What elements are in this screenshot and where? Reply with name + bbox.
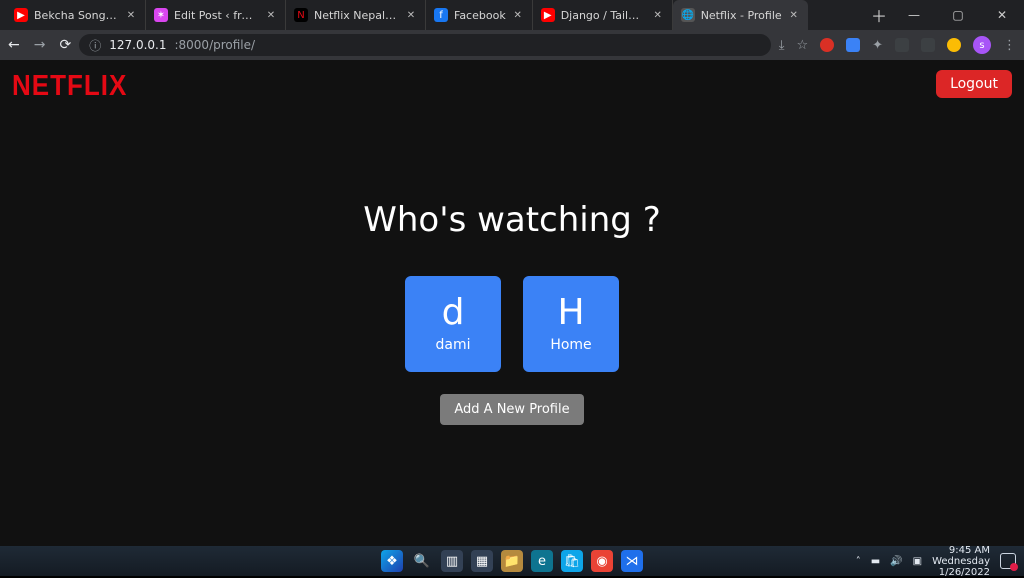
profile-list: d dami H Home — [405, 276, 619, 372]
address-path: :8000/profile/ — [174, 38, 255, 52]
profile-initial: d — [442, 295, 465, 331]
taskbar-search-icon[interactable]: 🔍 — [411, 550, 433, 572]
window-close-button[interactable]: ✕ — [980, 0, 1024, 30]
file-explorer-icon[interactable]: 📁 — [501, 550, 523, 572]
chrome-icon[interactable]: ◉ — [591, 550, 613, 572]
vscode-icon[interactable]: ⋊ — [621, 550, 643, 572]
tab-close-icon[interactable]: ✕ — [405, 9, 417, 21]
nav-buttons: ← → ⟳ — [8, 37, 71, 53]
notifications-icon[interactable] — [1000, 553, 1016, 569]
logout-button[interactable]: Logout — [936, 70, 1012, 98]
profile-name: dami — [436, 337, 471, 353]
add-profile-button[interactable]: Add A New Profile — [440, 394, 583, 425]
tab-favicon: ▶ — [14, 8, 28, 22]
page-header: NETFLIX Logout — [0, 60, 1024, 101]
widgets-icon[interactable]: ▦ — [471, 550, 493, 572]
tab-close-icon[interactable]: ✕ — [652, 9, 664, 21]
bookmark-star-icon[interactable]: ☆ — [796, 38, 808, 53]
tab-favicon: 🌐 — [681, 8, 695, 22]
tab-title: Django / Tailwind Tut — [561, 9, 646, 22]
browser-tab[interactable]: 🌐 Netflix - Profile ✕ — [673, 0, 808, 30]
volume-icon[interactable]: 🔊 — [890, 556, 902, 567]
clock-time: 9:45 AM — [932, 545, 990, 556]
browser-toolbar: ← → ⟳ ⓘ 127.0.0.1 :8000/profile/ ⤓ ☆ ✦ s … — [0, 30, 1024, 60]
page-viewport: NETFLIX Logout Who's watching ? d dami H Ho… — [0, 60, 1024, 546]
browser-tab[interactable]: ✶ Edit Post ‹ free project ✕ — [146, 0, 286, 30]
tab-title: Netflix Nepal - Watch — [314, 9, 399, 22]
clock-day: Wednesday — [932, 556, 990, 567]
store-icon[interactable]: 🛍 — [561, 550, 583, 572]
tab-title: Edit Post ‹ free project — [174, 9, 259, 22]
browser-tab[interactable]: f Facebook ✕ — [426, 0, 533, 30]
browser-tab[interactable]: ▶ Django / Tailwind Tut ✕ — [533, 0, 673, 30]
new-tab-button[interactable]: ＋ — [866, 0, 892, 30]
taskbar-clock[interactable]: 9:45 AM Wednesday 1/26/2022 — [932, 545, 990, 578]
tab-title: Netflix - Profile — [701, 9, 782, 22]
start-button[interactable]: ❖ — [381, 550, 403, 572]
profile-card[interactable]: H Home — [523, 276, 619, 372]
browser-tab[interactable]: ▶ Bekcha Songs Collecti ✕ — [6, 0, 146, 30]
tab-favicon: N — [294, 8, 308, 22]
kebab-menu-icon[interactable]: ⋮ — [1003, 38, 1016, 53]
task-view-icon[interactable]: ▥ — [441, 550, 463, 572]
profile-chooser: Who's watching ? d dami H Home Add A New Pr… — [0, 200, 1024, 425]
back-button[interactable]: ← — [8, 37, 20, 53]
profile-name: Home — [550, 337, 591, 353]
address-bar[interactable]: ⓘ 127.0.0.1 :8000/profile/ — [79, 34, 770, 56]
extension-icon[interactable] — [947, 38, 961, 52]
tray-chevron-icon[interactable]: ˄ — [856, 556, 861, 567]
edge-icon[interactable]: e — [531, 550, 553, 572]
address-host: 127.0.0.1 — [109, 38, 166, 52]
tab-close-icon[interactable]: ✕ — [265, 9, 277, 21]
tab-close-icon[interactable]: ✕ — [125, 9, 137, 21]
battery-icon[interactable]: ▣ — [913, 556, 922, 567]
tab-favicon: ▶ — [541, 8, 555, 22]
tab-list: ▶ Bekcha Songs Collecti ✕ ✶ Edit Post ‹ free… — [0, 0, 866, 30]
profile-avatar[interactable]: s — [973, 36, 991, 54]
window-maximize-button[interactable]: ▢ — [936, 0, 980, 30]
extension-icon[interactable] — [846, 38, 860, 52]
network-icon[interactable]: ▬ — [871, 556, 880, 567]
system-tray: ˄ ▬ 🔊 ▣ 9:45 AM Wednesday 1/26/2022 — [856, 545, 1016, 578]
netflix-logo[interactable]: NETFLIX — [12, 68, 127, 102]
page-title: Who's watching ? — [363, 200, 660, 240]
extensions-puzzle-icon[interactable]: ✦ — [872, 38, 883, 53]
window-minimize-button[interactable]: — — [892, 0, 936, 30]
windows-taskbar: ❖ 🔍 ▥ ▦ 📁 e 🛍 ◉ ⋊ ˄ ▬ 🔊 ▣ 9:45 AM Wednes… — [0, 546, 1024, 576]
tab-favicon: f — [434, 8, 448, 22]
extension-icon[interactable] — [921, 38, 935, 52]
browser-tabstrip: ▶ Bekcha Songs Collecti ✕ ✶ Edit Post ‹ free… — [0, 0, 1024, 30]
install-app-icon[interactable]: ⤓ — [779, 38, 785, 53]
site-info-icon[interactable]: ⓘ — [89, 37, 101, 54]
tab-title: Bekcha Songs Collecti — [34, 9, 119, 22]
tab-favicon: ✶ — [154, 8, 168, 22]
toolbar-right: ⤓ ☆ ✦ s ⋮ — [779, 36, 1016, 54]
tab-close-icon[interactable]: ✕ — [788, 9, 800, 21]
tab-title: Facebook — [454, 9, 506, 22]
taskbar-center: ❖ 🔍 ▥ ▦ 📁 e 🛍 ◉ ⋊ — [381, 550, 643, 572]
forward-button[interactable]: → — [34, 37, 46, 53]
profile-initial: H — [557, 295, 584, 331]
extension-icon[interactable] — [820, 38, 834, 52]
tab-close-icon[interactable]: ✕ — [512, 9, 524, 21]
reload-button[interactable]: ⟳ — [59, 37, 71, 53]
extension-icon[interactable] — [895, 38, 909, 52]
window-controls: — ▢ ✕ — [892, 0, 1024, 30]
profile-card[interactable]: d dami — [405, 276, 501, 372]
browser-tab[interactable]: N Netflix Nepal - Watch ✕ — [286, 0, 426, 30]
